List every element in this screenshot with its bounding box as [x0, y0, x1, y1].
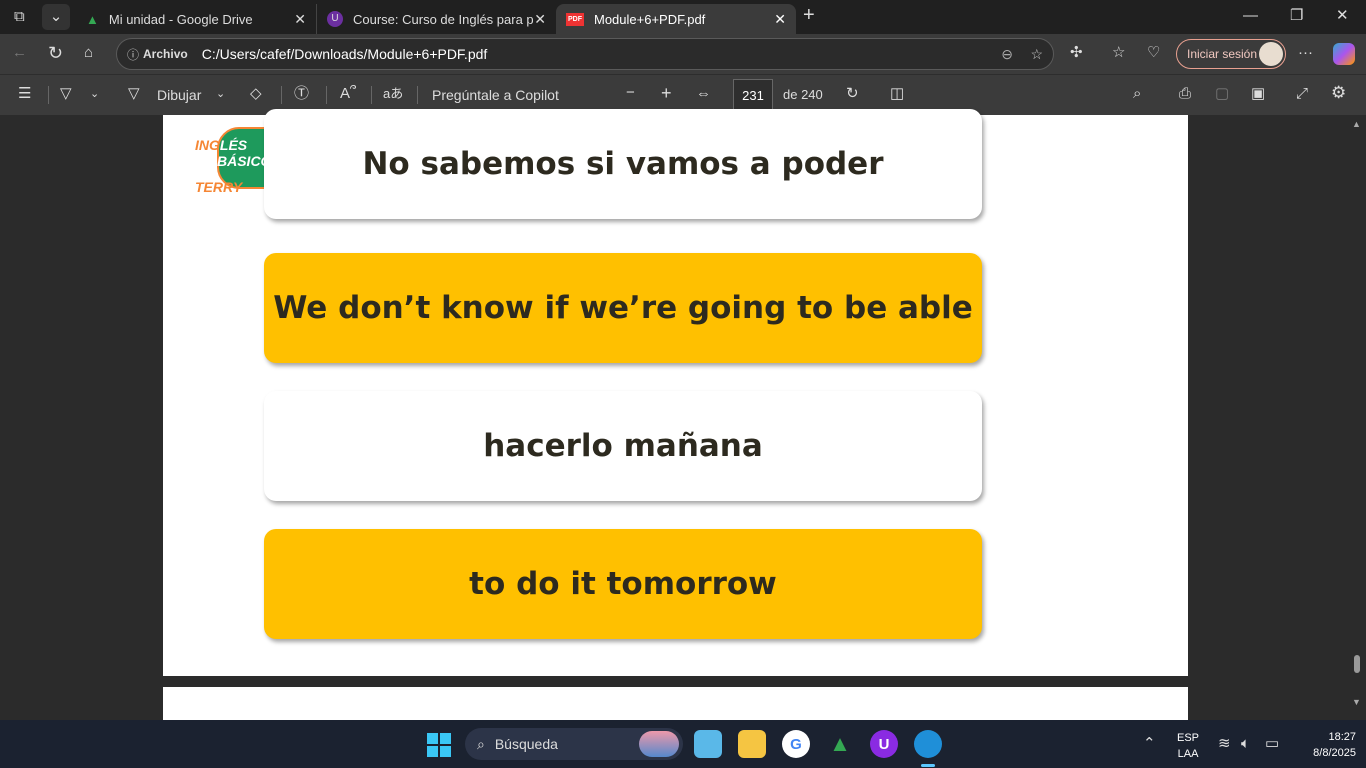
draw-button[interactable]: Dibujar — [157, 85, 201, 105]
chevron-down-icon[interactable]: ⌄ — [216, 84, 225, 104]
udemy-icon: U — [327, 11, 343, 27]
fullscreen-icon[interactable]: ⤢ — [1296, 84, 1308, 104]
restore-icon[interactable]: ❐ — [1290, 6, 1303, 26]
tab-title: Module+6+PDF.pdf — [594, 11, 706, 27]
wifi-icon[interactable]: ≋ — [1218, 734, 1231, 754]
edge-icon[interactable] — [914, 730, 942, 758]
search-icon[interactable]: ⌕ — [1133, 84, 1141, 104]
file-explorer-icon[interactable] — [738, 730, 766, 758]
page-count: de 240 — [783, 87, 823, 102]
time: 18:27 — [1328, 731, 1356, 743]
zoom-out-icon[interactable]: − — [626, 83, 635, 103]
lang-code: ESP — [1177, 732, 1200, 744]
more-icon[interactable]: ··· — [1298, 43, 1313, 63]
site-label: Archivo — [143, 47, 188, 61]
save-as-icon[interactable]: ▣ — [1251, 84, 1265, 104]
tab-title: Mi unidad - Google Drive — [108, 11, 253, 27]
phrase-card: to do it tomorrow — [264, 529, 982, 639]
zoom-icon[interactable]: ⊖ — [1001, 46, 1013, 63]
pdf-page: INGLÉS BÁSICO TERRY No sabemos si vamos … — [163, 109, 1188, 676]
lang-layout: LAA — [1177, 748, 1199, 760]
back-icon[interactable]: ← — [12, 43, 27, 63]
drive-icon[interactable]: ▲ — [826, 730, 854, 758]
save-icon[interactable]: ▢ — [1215, 84, 1229, 104]
chevron-up-icon[interactable]: ⌃ — [1143, 734, 1156, 754]
drive-icon: ▲ — [86, 11, 99, 27]
clock[interactable]: 18:27 8/8/2025 — [1292, 729, 1356, 761]
signin-label: Iniciar sesión — [1187, 47, 1258, 61]
search-icon: ⌕ — [477, 735, 485, 752]
page-number-input[interactable]: 231 — [733, 79, 773, 111]
notepad-icon[interactable] — [694, 730, 722, 758]
scrollbar-thumb[interactable] — [1354, 655, 1360, 673]
address-bar[interactable]: ⓘ Archivo C:/Users/cafef/Downloads/Modul… — [116, 38, 1054, 70]
print-icon[interactable]: ⎙ — [1179, 84, 1191, 104]
date: 8/8/2025 — [1313, 747, 1356, 759]
home-icon[interactable]: ⌂ — [84, 43, 93, 63]
tab-bar: ⧉ ⌄ ▲ Mi unidad - Google Drive ✕ U Cours… — [0, 0, 1366, 34]
minimize-icon[interactable]: — — [1243, 6, 1258, 26]
signin-button[interactable]: Iniciar sesión — [1176, 39, 1286, 69]
volume-icon[interactable]: 🔈︎ — [1241, 734, 1250, 754]
pdf-page-next — [163, 687, 1188, 720]
refresh-icon[interactable]: ↻ — [48, 43, 63, 63]
taskbar: ⌕ Búsqueda G ▲ U ⌃ ESP LAA ≋ 🔈︎ ▭ 18:27 … — [0, 720, 1366, 768]
workspaces-icon[interactable]: ⧉ — [14, 7, 25, 27]
text-icon[interactable]: Ⓣ — [294, 84, 309, 104]
extensions-icon[interactable]: ✣ — [1070, 43, 1083, 63]
close-window-icon[interactable]: ✕ — [1336, 6, 1349, 26]
chevron-down-icon[interactable]: ⌄ — [90, 84, 99, 104]
health-icon[interactable]: ♡ — [1147, 43, 1160, 63]
translate-icon[interactable]: aあ — [383, 84, 403, 104]
copilot-icon[interactable] — [1333, 43, 1355, 65]
read-aloud-icon[interactable]: A՞ — [340, 84, 356, 104]
tab-title: Course: Curso de Inglés para princ — [353, 11, 533, 27]
new-tab-icon[interactable]: + — [803, 5, 815, 25]
draw-icon[interactable]: ▽ — [128, 84, 140, 104]
rotate-icon[interactable]: ↻ — [846, 84, 859, 104]
phrase-card: No sabemos si vamos a poder — [264, 109, 982, 219]
close-icon[interactable]: ✕ — [534, 11, 546, 28]
scrollbar[interactable]: ▲ ▼ — [1348, 115, 1366, 720]
udemy-icon[interactable]: U — [870, 730, 898, 758]
close-icon[interactable]: ✕ — [294, 11, 306, 28]
settings-icon[interactable]: ⚙ — [1331, 83, 1346, 103]
language-indicator[interactable]: ESP LAA — [1177, 730, 1199, 762]
tab-course[interactable]: U Course: Curso de Inglés para princ ✕ — [316, 4, 556, 34]
avatar — [1259, 42, 1283, 66]
contents-icon[interactable]: ☰ — [18, 84, 31, 104]
eraser-icon[interactable]: ◇ — [250, 84, 262, 104]
star-icon[interactable]: ☆ — [1030, 46, 1043, 63]
phrase-card: hacerlo mañana — [264, 391, 982, 501]
phrase-card: We don’t know if we’re going to be able — [264, 253, 982, 363]
page-view-icon[interactable]: ◫ — [890, 84, 904, 104]
fit-width-icon[interactable]: ⇔ — [696, 84, 711, 104]
favorites-icon[interactable]: ☆ — [1112, 43, 1125, 63]
highlight-icon[interactable]: ▽ — [60, 84, 72, 104]
tab-list-icon[interactable]: ⌄ — [42, 4, 70, 30]
logo: INGLÉS BÁSICO TERRY — [195, 127, 287, 195]
zoom-in-icon[interactable]: + — [661, 83, 672, 103]
search-box[interactable]: ⌕ Búsqueda — [465, 728, 683, 760]
close-icon[interactable]: ✕ — [774, 11, 786, 28]
ask-copilot-button[interactable]: Pregúntale a Copilot — [432, 85, 559, 105]
tab-pdf[interactable]: PDF Module+6+PDF.pdf ✕ — [556, 4, 796, 34]
url-text: C:/Users/cafef/Downloads/Module+6+PDF.pd… — [201, 46, 488, 62]
info-icon: ⓘ — [127, 47, 140, 62]
chrome-google-icon[interactable]: G — [782, 730, 810, 758]
start-icon[interactable] — [427, 733, 451, 757]
pdf-icon: PDF — [566, 12, 584, 26]
search-placeholder: Búsqueda — [494, 736, 558, 752]
battery-icon[interactable]: ▭ — [1265, 734, 1279, 754]
tab-google-drive[interactable]: ▲ Mi unidad - Google Drive ✕ — [76, 4, 316, 34]
